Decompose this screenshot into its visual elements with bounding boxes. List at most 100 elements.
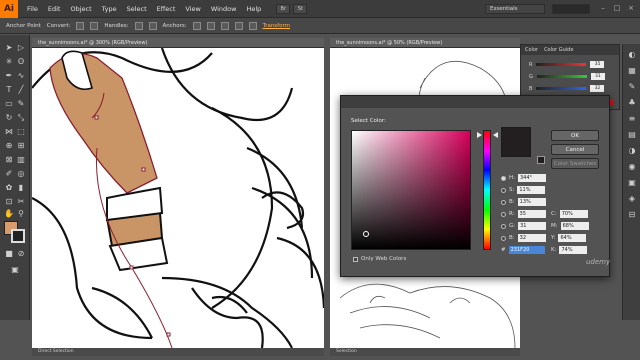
- app-logo[interactable]: Ai: [0, 0, 18, 18]
- eyedropper-tool-icon[interactable]: ✐: [4, 169, 14, 179]
- document-tab[interactable]: the_sunnimoons.ai* @ 300% (RGB/Preview): [32, 38, 324, 48]
- r-radio[interactable]: [501, 211, 506, 217]
- symbol-sprayer-tool-icon[interactable]: ✿: [4, 183, 14, 193]
- tab-color[interactable]: Color: [525, 45, 538, 55]
- gradient-icon[interactable]: ▤: [627, 130, 637, 140]
- convert-corner-icon[interactable]: [76, 21, 85, 30]
- menu-type[interactable]: Type: [97, 5, 122, 13]
- magic-wand-tool-icon[interactable]: ✳: [4, 57, 14, 67]
- slider-b[interactable]: B 32: [529, 85, 605, 92]
- web-safe-swatch[interactable]: [537, 156, 545, 164]
- stroke-icon[interactable]: ≡: [627, 114, 637, 124]
- width-tool-icon[interactable]: ⋈: [4, 127, 14, 137]
- menu-help[interactable]: Help: [241, 5, 266, 13]
- slider-r[interactable]: R 35: [529, 61, 605, 68]
- type-tool-icon[interactable]: T: [4, 85, 14, 95]
- rotate-tool-icon[interactable]: ↻: [4, 113, 14, 123]
- maximize-icon[interactable]: □: [612, 3, 622, 13]
- hide-handles-icon[interactable]: [148, 21, 157, 30]
- menu-view[interactable]: View: [180, 5, 205, 13]
- document-window-zoomed[interactable]: the_sunnimoons.ai* @ 300% (RGB/Preview): [32, 38, 324, 356]
- b-brightness-radio[interactable]: [501, 199, 506, 205]
- cancel-button[interactable]: Cancel: [551, 144, 599, 155]
- color-panel-icon[interactable]: ◐: [627, 50, 637, 60]
- panel-dock: ◐ ▦ ✎ ♣ ≡ ▤ ◑ ◉ ▣ ◈ ⊟: [622, 44, 640, 320]
- color-picker-dialog: Select Color: OK Cancel Color Swatches H…: [340, 95, 610, 277]
- slider-g[interactable]: G 31: [529, 73, 605, 80]
- workspace-switcher[interactable]: Essentials: [485, 4, 545, 14]
- swatches-icon[interactable]: ▦: [627, 66, 637, 76]
- layers-icon[interactable]: ◈: [627, 194, 637, 204]
- minimize-icon[interactable]: –: [598, 3, 608, 13]
- direct-selection-tool-icon[interactable]: ▷: [16, 43, 26, 53]
- stroke-swatch[interactable]: [11, 229, 25, 243]
- dialog-titlebar[interactable]: [341, 96, 609, 108]
- tab-color-guide[interactable]: Color Guide: [544, 45, 573, 55]
- graphic-styles-icon[interactable]: ▣: [627, 178, 637, 188]
- bridge-icons: Br St: [276, 3, 308, 14]
- menu-effect[interactable]: Effect: [152, 5, 181, 13]
- b-blue-radio[interactable]: [501, 235, 506, 241]
- artboards-icon[interactable]: ⊟: [627, 210, 637, 220]
- color-field-cursor[interactable]: [363, 231, 369, 237]
- stock-button[interactable]: St: [293, 3, 308, 14]
- close-icon[interactable]: ×: [626, 3, 636, 13]
- s-radio[interactable]: [501, 187, 506, 193]
- cut-path-icon[interactable]: [220, 21, 229, 30]
- only-web-colors[interactable]: Only Web Colors: [353, 256, 406, 262]
- line-tool-icon[interactable]: ╱: [16, 85, 26, 95]
- color-mode-icon[interactable]: ■: [4, 249, 14, 259]
- artboard-tool-icon[interactable]: ⊡: [4, 197, 14, 207]
- connect-anchor-icon[interactable]: [206, 21, 215, 30]
- none-mode-icon[interactable]: ⊘: [16, 249, 26, 259]
- transparency-icon[interactable]: ◑: [627, 146, 637, 156]
- shape-builder-tool-icon[interactable]: ⊕: [4, 141, 14, 151]
- hue-slider[interactable]: [483, 130, 491, 250]
- mesh-tool-icon[interactable]: ⊠: [4, 155, 14, 165]
- bridge-button[interactable]: Br: [276, 3, 291, 14]
- menu-object[interactable]: Object: [65, 5, 96, 13]
- rectangle-tool-icon[interactable]: ▭: [4, 99, 14, 109]
- zoom-tool-icon[interactable]: ⚲: [16, 209, 26, 219]
- search-input[interactable]: [552, 4, 590, 14]
- align-center-icon[interactable]: [248, 21, 257, 30]
- free-transform-tool-icon[interactable]: ⬚: [16, 127, 26, 137]
- transform-link[interactable]: Transform: [263, 23, 290, 29]
- color-swatches-button[interactable]: Color Swatches: [551, 158, 599, 169]
- field-r: R: 35: [501, 210, 546, 218]
- lasso-tool-icon[interactable]: ʘ: [16, 57, 26, 67]
- perspective-tool-icon[interactable]: ⊞: [16, 141, 26, 151]
- only-web-colors-checkbox[interactable]: [353, 256, 358, 262]
- menu-window[interactable]: Window: [206, 5, 242, 13]
- g-radio[interactable]: [501, 223, 506, 229]
- color-field[interactable]: [351, 130, 471, 250]
- align-icon[interactable]: [234, 21, 243, 30]
- slice-tool-icon[interactable]: ✂: [16, 197, 26, 207]
- blend-tool-icon[interactable]: ◎: [16, 169, 26, 179]
- appearance-icon[interactable]: ◉: [627, 162, 637, 172]
- anchors-label: Anchors:: [162, 22, 187, 29]
- hue-slider-handle-right[interactable]: [493, 132, 498, 138]
- hue-slider-handle-left[interactable]: [477, 132, 482, 138]
- document-tab[interactable]: the_sunnimoons.ai* @ 50% (RGB/Preview): [330, 38, 520, 48]
- menu-file[interactable]: File: [22, 5, 43, 13]
- paintbrush-tool-icon[interactable]: ✎: [16, 99, 26, 109]
- remove-anchor-icon[interactable]: [192, 21, 201, 30]
- graph-tool-icon[interactable]: ▮: [16, 183, 26, 193]
- scale-tool-icon[interactable]: ⤡: [16, 113, 26, 123]
- menu-select[interactable]: Select: [122, 5, 152, 13]
- show-handles-icon[interactable]: [134, 21, 143, 30]
- convert-smooth-icon[interactable]: [90, 21, 99, 30]
- gradient-tool-icon[interactable]: ▥: [16, 155, 26, 165]
- brushes-icon[interactable]: ✎: [627, 82, 637, 92]
- artwork-canvas-zoomed[interactable]: [32, 48, 324, 348]
- symbols-icon[interactable]: ♣: [627, 98, 637, 108]
- pen-tool-icon[interactable]: ✒: [4, 71, 14, 81]
- screen-mode-icon[interactable]: ▣: [10, 265, 20, 275]
- menu-edit[interactable]: Edit: [43, 5, 66, 13]
- curvature-tool-icon[interactable]: ∿: [16, 71, 26, 81]
- h-radio[interactable]: [501, 175, 506, 181]
- selection-tool-icon[interactable]: ➤: [4, 43, 14, 53]
- ok-button[interactable]: OK: [551, 130, 599, 141]
- hand-tool-icon[interactable]: ✋: [4, 209, 14, 219]
